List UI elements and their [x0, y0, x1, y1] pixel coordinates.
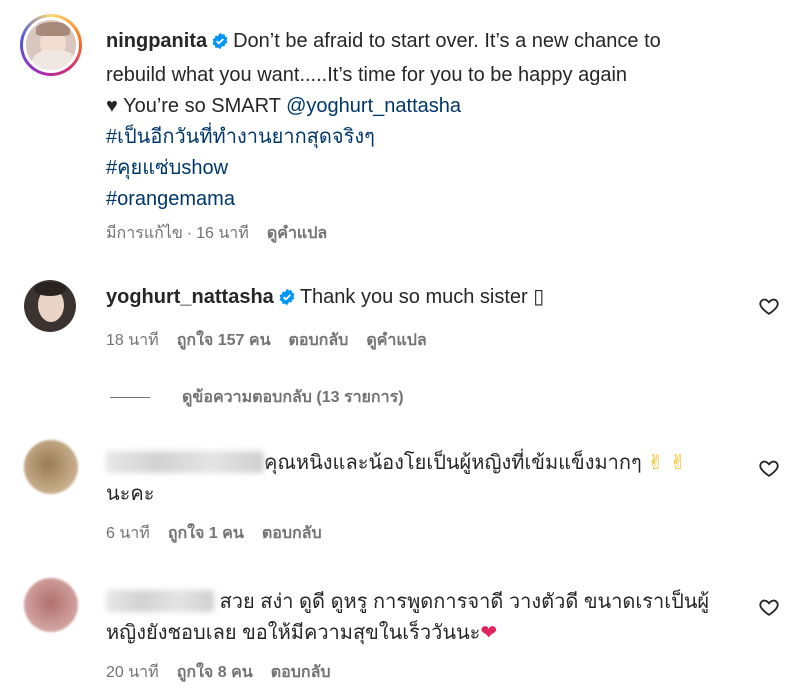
victory-hand-emoji: ✌ ✌	[647, 452, 687, 474]
comment-body: Thank you so much sister	[299, 286, 528, 308]
comment-text: ningpanita Don’t be afraid to start over.…	[106, 26, 661, 215]
edited-label: มีการแก้ไข	[106, 225, 183, 242]
hashtag-link[interactable]: #orangemama	[106, 188, 235, 210]
comment-line-2: นะคะ	[106, 483, 155, 505]
see-translation-link[interactable]: ดูคำแปล	[267, 221, 327, 246]
hashtag-link[interactable]: #คุยแซ่บshow	[106, 157, 228, 179]
comment-line-2: หญิงยังชอบเลย ขอให้มีความสุขในเร็ววันนะ	[106, 622, 481, 644]
avatar-yoghurt-nattasha[interactable]	[24, 280, 76, 332]
edited-timestamp: มีการแก้ไข · 16 นาที	[106, 221, 249, 246]
reply-button[interactable]: ตอบกลับ	[262, 521, 322, 546]
reply-button[interactable]: ตอบกลับ	[271, 660, 331, 685]
view-replies-toggle[interactable]: ดูข้อความตอบกลับ (13 รายการ)	[110, 385, 404, 410]
heart-outline-icon[interactable]	[758, 596, 780, 618]
missing-emoji-glyph: ▯	[533, 286, 545, 308]
mention-link[interactable]: @yoghurt_nattasha	[286, 95, 461, 117]
like-count[interactable]: ถูกใจ 1 คน	[168, 521, 244, 546]
like-count[interactable]: ถูกใจ 157 คน	[177, 328, 271, 353]
comment-text: yoghurt_nattasha Thank you so much sister…	[106, 282, 544, 316]
comment-text: คุณหนิงและน้องโยเป็นผู้หญิงที่เข้มแข็งมา…	[106, 448, 686, 510]
red-heart-emoji: ❤	[480, 622, 498, 644]
avatar[interactable]	[24, 578, 78, 632]
comment-line-1: คุณหนิงและน้องโยเป็นผู้หญิงที่เข้มแข็งมา…	[264, 452, 642, 474]
comment-meta: 20 นาที ถูกใจ 8 คน ตอบกลับ	[106, 660, 331, 685]
username[interactable]: yoghurt_nattasha	[106, 286, 274, 308]
comment-meta: 18 นาที ถูกใจ 157 คน ตอบกลับ ดูคำแปล	[106, 328, 427, 353]
hashtag-link[interactable]: #เป็นอีกวันที่ทำงานยากสุดจริงๆ	[106, 126, 375, 148]
verified-badge-icon	[211, 29, 229, 60]
see-translation-link[interactable]: ดูคำแปล	[366, 328, 426, 353]
username[interactable]: ningpanita	[106, 30, 207, 52]
replies-divider	[110, 397, 150, 398]
verified-badge-icon	[278, 285, 296, 316]
comment-text: สวย สง่า ดูดี ดูหรู การพูดการจาดี วางตัว…	[106, 587, 709, 649]
blurred-username[interactable]	[106, 590, 214, 612]
comment-meta: มีการแก้ไข · 16 นาที ดูคำแปล	[106, 221, 327, 246]
reply-button[interactable]: ตอบกลับ	[289, 328, 349, 353]
comment-meta: 6 นาที ถูกใจ 1 คน ตอบกลับ	[106, 521, 322, 546]
comment-line-3: ♥ You’re so SMART	[106, 95, 281, 117]
timestamp: 6 นาที	[106, 525, 150, 542]
timestamp: 16 นาที	[196, 225, 249, 242]
blurred-username[interactable]	[106, 451, 264, 473]
heart-outline-icon[interactable]	[758, 295, 780, 317]
separator-dot: ·	[186, 225, 193, 242]
view-replies-label[interactable]: ดูข้อความตอบกลับ (13 รายการ)	[182, 385, 404, 410]
heart-outline-icon[interactable]	[758, 457, 780, 479]
comment-line-1: Don’t be afraid to start over. It’s a ne…	[233, 30, 661, 52]
comment-line-2: rebuild what you want.....It’s time for …	[106, 64, 628, 86]
comment-line-1: สวย สง่า ดูดี ดูหรู การพูดการจาดี วางตัว…	[219, 591, 710, 613]
avatar-ningpanita[interactable]	[20, 14, 82, 76]
like-count[interactable]: ถูกใจ 8 คน	[177, 660, 253, 685]
timestamp: 18 นาที	[106, 332, 159, 349]
timestamp: 20 นาที	[106, 664, 159, 681]
avatar[interactable]	[24, 440, 78, 494]
